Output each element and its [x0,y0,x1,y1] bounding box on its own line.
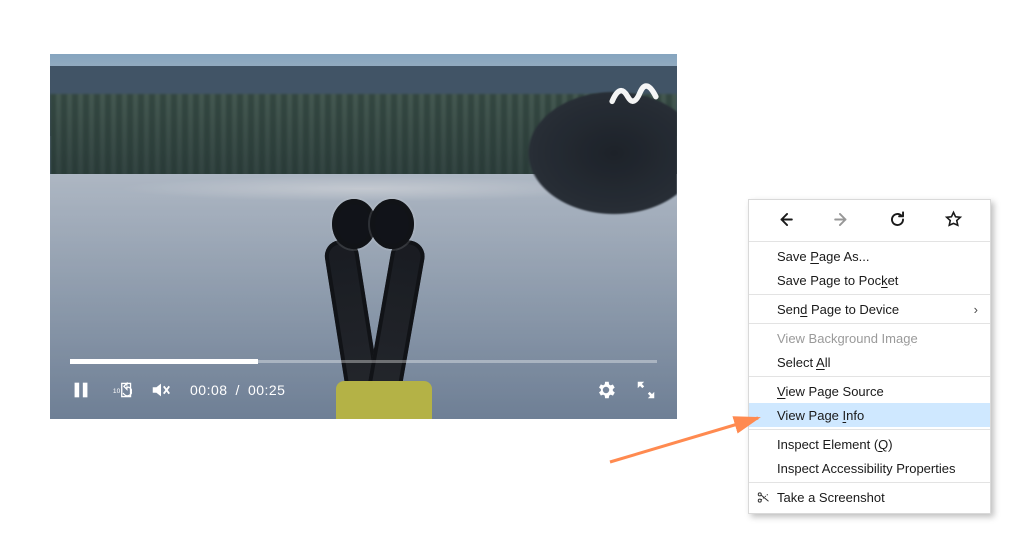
menu-item-label: Take a Screenshot [777,490,885,505]
player-controls: 10 00:08 / 00:25 [50,360,677,419]
replay-10-button[interactable]: 10 [110,379,132,401]
menu-item-view-background-image: View Background Image [749,326,990,350]
forward-icon[interactable] [832,210,851,229]
menu-item-label: View Background Image [777,331,918,346]
menu-item-label: Inspect Element (Q) [777,437,893,452]
time-separator: / [236,382,240,398]
menu-item-save-page-as[interactable]: Save Page As... [749,244,990,268]
menu-item-label: Save Page to Pocket [777,273,898,288]
progress-bar[interactable] [70,360,657,363]
menu-separator [749,376,990,377]
time-total: 00:25 [248,382,286,398]
context-menu-nav [749,204,990,239]
menu-item-view-page-source[interactable]: View Page Source [749,379,990,403]
context-menu[interactable]: Save Page As... Save Page to Pocket Send P… [748,199,991,514]
scissors-icon [755,489,771,505]
video-player[interactable]: 10 00:08 / 00:25 [50,54,677,419]
menu-item-inspect-element-q[interactable]: Inspect Element (Q) [749,432,990,456]
menu-separator [749,429,990,430]
fullscreen-button[interactable] [635,379,657,401]
menu-separator [749,241,990,242]
menu-item-label: Inspect Accessibility Properties [777,461,955,476]
menu-item-save-page-to-pocket[interactable]: Save Page to Pocket [749,268,990,292]
menu-item-label: Select All [777,355,830,370]
menu-separator [749,323,990,324]
svg-text:10: 10 [113,388,121,395]
menu-item-label: Save Page As... [777,249,870,264]
settings-button[interactable] [595,379,617,401]
menu-item-label: View Page Info [777,408,864,423]
menu-separator [749,294,990,295]
menu-item-label: View Page Source [777,384,884,399]
watermark-wave-icon [609,72,659,115]
menu-separator [749,482,990,483]
reload-icon[interactable] [888,210,907,229]
back-icon[interactable] [776,210,795,229]
menu-item-select-all[interactable]: Select All [749,350,990,374]
menu-item-label: Send Page to Device [777,302,899,317]
mute-button[interactable] [150,379,172,401]
time-current: 00:08 [190,382,228,398]
bookmark-star-icon[interactable] [944,210,963,229]
pause-button[interactable] [70,379,92,401]
menu-item-inspect-accessibility-properties[interactable]: Inspect Accessibility Properties [749,456,990,480]
chevron-right-icon: › [974,302,978,317]
menu-item-send-page-to-device[interactable]: Send Page to Device › [749,297,990,321]
menu-item-take-a-screenshot[interactable]: Take a Screenshot [749,485,990,509]
annotation-arrow [602,410,772,470]
menu-item-view-page-info[interactable]: View Page Info [749,403,990,427]
